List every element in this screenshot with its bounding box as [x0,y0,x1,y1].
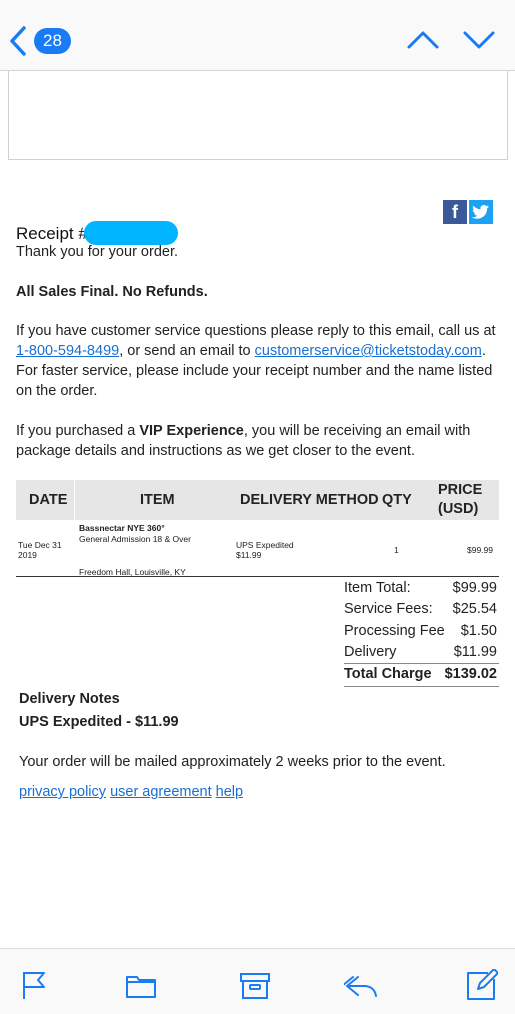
social-links: f [443,200,493,224]
user-agreement-link[interactable]: user agreement [110,784,212,800]
cs-text: , or send an email to [119,343,251,359]
summary-label: Processing Fee [344,623,445,639]
header-banner-box [8,71,508,160]
cs-text: If you have customer service questions p… [16,323,496,339]
email-link[interactable]: customerservice@ticketstoday.com [255,343,482,359]
table-divider [16,576,499,577]
total-charge-label: Total Charge [344,666,432,682]
flag-icon[interactable] [18,969,52,1001]
back-button[interactable]: 28 [8,22,88,60]
col-price: PRICE [438,482,483,498]
mail-toolbar [0,948,515,1014]
row-date: Tue Dec 31 2019 [18,540,62,560]
folder-icon[interactable] [124,969,158,1001]
col-date: DATE [29,492,68,508]
vip-paragraph: If you purchased a VIP Experience, you w… [16,421,476,461]
mailing-info-text: Your order will be mailed approximately … [19,754,446,770]
row-item-name: Bassnectar NYE 360° [79,523,165,533]
unread-count-badge: 28 [34,28,71,54]
row-item-type: General Admission 18 & Over [79,534,191,544]
help-link[interactable]: help [216,784,243,800]
col-delivery-method: DELIVERY METHOD [240,492,379,508]
archive-icon[interactable] [238,969,272,1001]
next-message-button[interactable] [462,26,496,54]
order-table-header: DATE ITEM DELIVERY METHOD QTY PRICE (USD… [16,480,499,520]
row-date-year: 2019 [18,550,37,560]
delivery-notes-heading: Delivery Notes [19,691,120,707]
phone-link[interactable]: 1-800-594-8499 [16,343,119,359]
vip-text: If you purchased a [16,423,136,439]
delivery-notes-method: UPS Expedited - $11.99 [19,714,179,730]
chevron-left-icon [10,26,26,56]
col-qty: QTY [382,492,412,508]
vip-bold-text: VIP Experience [139,423,244,439]
row-date-day: Tue Dec 31 [18,540,62,550]
summary-value: $11.99 [453,644,497,660]
refund-policy-text: All Sales Final. No Refunds. [16,284,208,300]
col-price-currency: (USD) [438,501,479,517]
summary-label: Delivery [344,644,397,660]
mail-nav-bar: 28 [0,0,515,71]
summary-divider [344,663,499,664]
cs-text: For faster service, please include your … [16,363,493,399]
total-charge-value: $139.02 [444,666,497,682]
customer-service-paragraph: If you have customer service questions p… [16,321,496,401]
summary-value: $99.99 [452,580,497,596]
facebook-icon[interactable]: f [443,200,467,224]
row-delivery: UPS Expedited $11.99 [236,540,294,560]
row-delivery-method: UPS Expedited [236,540,294,550]
summary-value: $1.50 [460,623,497,639]
footer-links: privacy policy user agreement help [19,782,243,802]
summary-label: Item Total: [344,580,411,596]
cs-text: . [481,343,486,359]
summary-divider [344,686,499,687]
col-item: ITEM [140,492,175,508]
compose-icon[interactable] [464,969,498,1001]
thank-you-text: Thank you for your order. [16,244,178,260]
row-qty: 1 [394,545,399,555]
privacy-policy-link[interactable]: privacy policy [19,784,106,800]
previous-message-button[interactable] [406,26,440,54]
receipt-title-label: Receipt # [16,224,88,243]
summary-label: Service Fees: [344,601,433,617]
row-price: $99.99 [467,545,493,555]
twitter-icon[interactable] [469,200,493,224]
summary-value: $25.54 [452,601,497,617]
reply-icon[interactable] [344,969,378,1001]
row-delivery-cost: $11.99 [236,550,262,560]
